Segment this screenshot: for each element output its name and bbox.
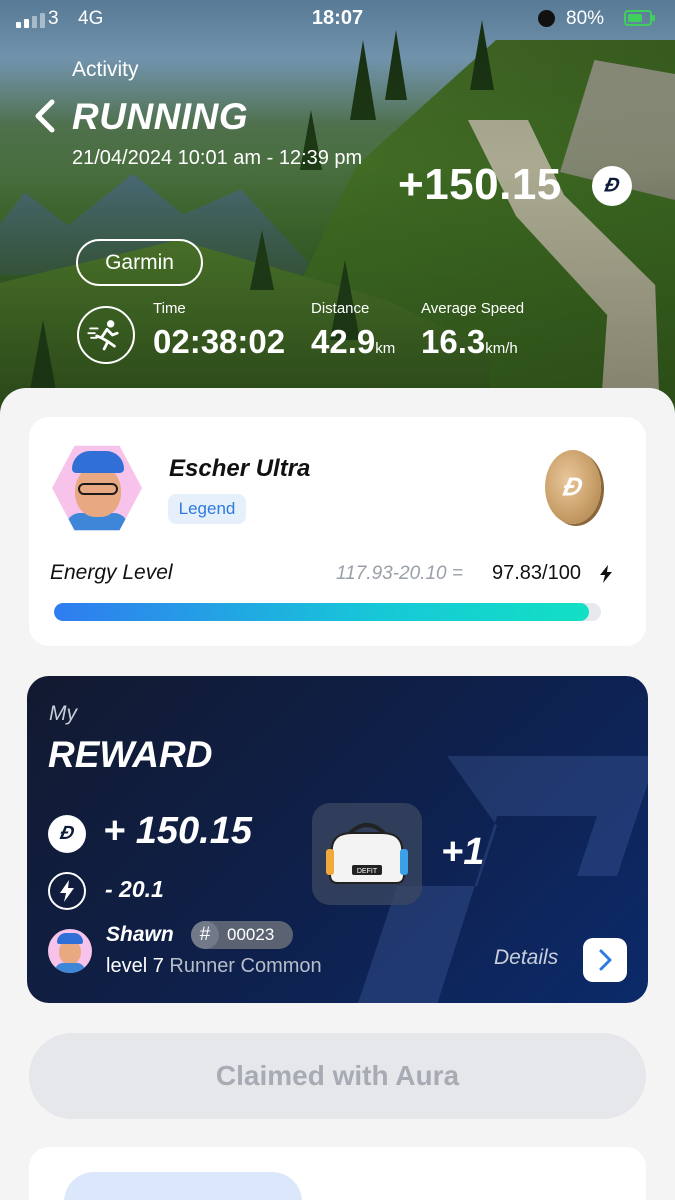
energy-calculation: 117.93-20.10 =: [336, 563, 463, 584]
profile-name: Escher Ultra: [169, 455, 311, 482]
owner-id-badge: # 00023: [191, 921, 293, 949]
reward-card: My REWARD Ð + 150.15 - 20.1 DEFIT +1 Sha…: [27, 676, 648, 1003]
bag-icon[interactable]: DEFIT: [312, 803, 422, 905]
stat-label: Time: [153, 300, 186, 317]
energy-label: Energy Level: [50, 561, 173, 584]
device-pill[interactable]: Garmin: [76, 239, 203, 286]
stat-value: 42.9km: [311, 323, 396, 360]
page-title: RUNNING: [72, 96, 249, 137]
bag-brand-label: DEFIT: [357, 868, 378, 875]
stat-value: 02:38:02: [153, 323, 286, 360]
activity-date-range: 21/04/2024 10:01 am - 12:39 pm: [72, 147, 363, 169]
reward-eyebrow: My: [49, 702, 77, 725]
status-bar: 3 4G 18:07 80%: [0, 6, 675, 32]
running-icon: [77, 306, 135, 364]
hash-icon: #: [191, 921, 219, 949]
owner-level: level 7 Runner Common: [106, 955, 322, 977]
stat-unit: km: [375, 340, 396, 357]
stat-label: Distance: [311, 300, 370, 317]
reward-item-count: +1: [441, 831, 485, 873]
owner-class: Runner Common: [169, 955, 322, 977]
bolt-icon: [48, 872, 86, 910]
coin-icon: Ð: [592, 166, 632, 206]
stat-label: Average Speed: [421, 300, 525, 317]
energy-bar: [54, 603, 601, 621]
energy-value: 97.83/100: [492, 562, 581, 584]
battery-percent: 80%: [566, 8, 605, 29]
owner-avatar: [48, 929, 92, 973]
chevron-right-icon: [599, 949, 612, 971]
stat-average-speed: Average Speed 16.3km/h: [421, 300, 524, 361]
owner-name: Shawn: [106, 923, 174, 946]
stat-unit: km/h: [485, 340, 518, 357]
stat-value: 16.3km/h: [421, 323, 518, 360]
energy-bar-fill: [54, 603, 590, 621]
claim-button[interactable]: Claimed with Aura: [29, 1033, 646, 1119]
coin-icon: Ð: [545, 450, 601, 524]
reward-coins: + 150.15: [103, 810, 252, 852]
owner-id: 00023: [227, 925, 275, 944]
earned-amount: +150.15: [398, 160, 562, 209]
reward-energy-spent: - 20.1: [105, 876, 164, 902]
tier-badge: Legend: [168, 494, 246, 524]
details-link[interactable]: Details: [494, 946, 558, 970]
coin-icon: Ð: [48, 815, 86, 853]
battery-icon: [624, 10, 655, 26]
back-chevron-icon[interactable]: [30, 98, 60, 134]
stat-time: Time 02:38:02: [153, 300, 285, 361]
bottom-tab-pill[interactable]: [64, 1172, 302, 1200]
details-button[interactable]: [583, 938, 627, 982]
alarm-icon: [538, 10, 555, 27]
bolt-icon: [600, 565, 612, 583]
section-eyebrow: Activity: [72, 58, 139, 81]
stat-distance: Distance 42.9km: [311, 300, 395, 361]
reward-title: REWARD: [48, 734, 213, 775]
